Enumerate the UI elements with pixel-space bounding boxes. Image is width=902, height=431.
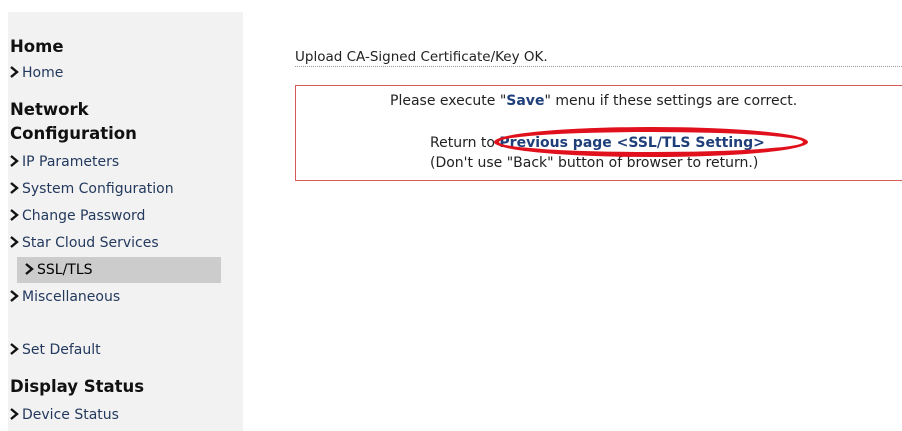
chevron-right-icon: [10, 66, 19, 78]
nav-item-ssl-tls[interactable]: SSL/TLS: [17, 257, 221, 283]
chevron-right-icon: [25, 263, 34, 275]
network-section-title-line1: Network: [10, 100, 89, 119]
nav-item-label: Set Default: [22, 342, 101, 358]
nav-item-change-password[interactable]: Change Password: [10, 207, 145, 225]
chevron-right-icon: [10, 209, 19, 221]
save-notice: Please execute "Save" menu if these sett…: [390, 91, 797, 111]
return-notice: Return to Previous page <SSL/TLS Setting…: [430, 133, 765, 153]
nav-item-label: IP Parameters: [22, 154, 120, 170]
display-section-title: Display Status: [10, 377, 145, 396]
previous-page-link[interactable]: Previous page <SSL/TLS Setting>: [499, 135, 764, 151]
save-menu-name: Save: [506, 93, 545, 109]
chevron-right-icon: [10, 408, 19, 420]
chevron-right-icon: [10, 236, 19, 248]
nav-item-device-status[interactable]: Device Status: [10, 406, 119, 424]
chevron-right-icon: [10, 155, 19, 167]
nav-item-label: Miscellaneous: [22, 289, 121, 305]
nav-item-label: Device Status: [22, 407, 119, 423]
back-button-note: (Don't use "Back" button of browser to r…: [430, 155, 759, 171]
home-section-title: Home: [10, 37, 64, 56]
chevron-right-icon: [10, 343, 19, 355]
nav-item-ip-parameters[interactable]: IP Parameters: [10, 153, 119, 171]
status-message: Upload CA-Signed Certificate/Key OK.: [295, 47, 902, 67]
nav-item-label: System Configuration: [22, 181, 174, 197]
nav-item-system-configuration[interactable]: System Configuration: [10, 180, 174, 198]
chevron-right-icon: [10, 182, 19, 194]
return-prefix: Return to: [430, 135, 500, 151]
nav-item-label: Star Cloud Services: [22, 235, 159, 251]
nav-item-label: SSL/TLS: [37, 262, 93, 278]
nav-item-label: Change Password: [22, 208, 146, 224]
save-notice-prefix: Please execute ": [390, 93, 507, 109]
chevron-right-icon: [10, 290, 19, 302]
nav-item-miscellaneous[interactable]: Miscellaneous: [10, 288, 120, 306]
network-section-title-line2: Configuration: [10, 124, 137, 143]
nav-item-home[interactable]: Home: [10, 64, 63, 82]
nav-item-star-cloud-services[interactable]: Star Cloud Services: [10, 234, 159, 252]
nav-item-set-default[interactable]: Set Default: [10, 341, 101, 359]
nav-item-label: Home: [22, 65, 64, 81]
save-notice-suffix: " menu if these settings are correct.: [544, 93, 798, 109]
